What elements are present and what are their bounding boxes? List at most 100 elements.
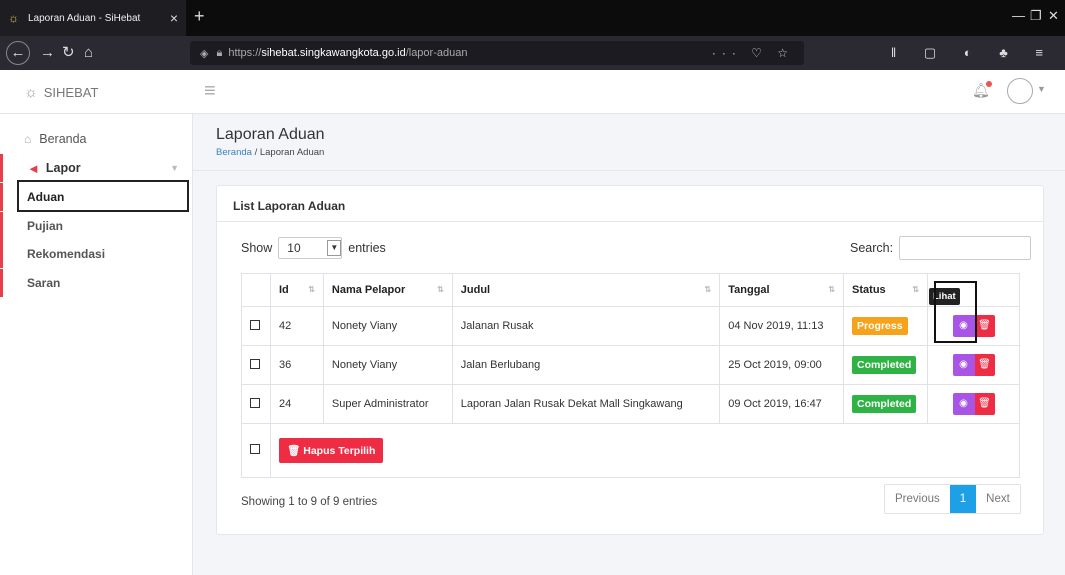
- delete-button[interactable]: 🗑︎: [974, 315, 995, 337]
- view-button[interactable]: ◉: [952, 393, 975, 415]
- entries-value: 10: [287, 241, 301, 255]
- cell-status: Completed: [843, 345, 929, 385]
- header-nama[interactable]: Nama Pelapor ⇅: [322, 273, 453, 307]
- bell-icon[interactable]: 🔔︎: [972, 81, 992, 99]
- table-row: 24 Super Administrator Laporan Jalan Rus…: [241, 384, 1020, 424]
- header-label: Nama Pelapor: [331, 284, 406, 296]
- chevron-down-icon: ▼: [327, 240, 342, 256]
- cell-tanggal: 09 Oct 2019, 16:47: [719, 384, 845, 424]
- header-label: Status: [852, 284, 886, 296]
- home-icon: ⌂: [24, 132, 32, 146]
- browser-toolbar-icons[interactable]: ‖ ▢ ◐ ♣ ≡: [891, 45, 1055, 61]
- cell-id: 24: [269, 384, 324, 424]
- browser-tab-bar: ☼ Laporan Aduan - SiHebat × + — ❐ ✕: [0, 0, 1065, 36]
- back-icon[interactable]: ←: [6, 41, 30, 65]
- user-avatar-icon[interactable]: [1007, 78, 1033, 104]
- notification-dot: [985, 81, 992, 87]
- minimize-icon[interactable]: —: [1012, 8, 1025, 23]
- chevron-down-icon[interactable]: ▼: [1037, 84, 1046, 94]
- cell-nama: Nonety Viany: [322, 306, 453, 346]
- status-badge: Completed: [852, 395, 917, 413]
- highlight-box-aduan: [17, 180, 189, 212]
- restore-icon[interactable]: ❐: [1030, 8, 1042, 24]
- delete-button[interactable]: 🗑︎: [974, 354, 995, 376]
- delete-button[interactable]: 🗑︎: [974, 393, 995, 415]
- pager-page-1[interactable]: 1: [949, 485, 977, 513]
- header-status[interactable]: Status ⇅: [843, 273, 929, 307]
- header-judul[interactable]: Judul ⇅: [451, 273, 721, 307]
- cell-judul: Laporan Jalan Rusak Dekat Mall Singkawan…: [451, 384, 721, 424]
- forward-icon[interactable]: →: [40, 43, 55, 63]
- sidebar-item-rekomendasi[interactable]: Rekomendasi: [0, 240, 193, 268]
- search-control: Search:: [850, 236, 1032, 260]
- cell-actions: ◉ 🗑︎: [927, 384, 1020, 424]
- sort-icon: ⇅: [437, 285, 444, 294]
- page-header: Laporan Aduan Beranda / Laporan Aduan: [216, 126, 325, 158]
- table-header-row: Id ⇅ Nama Pelapor ⇅ Judul ⇅ Tanggal ⇅ Status…: [241, 273, 1020, 307]
- row-checkbox[interactable]: [250, 397, 260, 408]
- reload-icon[interactable]: ↻: [62, 43, 75, 63]
- breadcrumb-separator: /: [254, 147, 258, 158]
- search-label: Search:: [850, 241, 894, 255]
- window-close-icon[interactable]: ✕: [1048, 8, 1059, 24]
- status-badge: Progress: [852, 317, 908, 335]
- cell-id: 36: [269, 345, 324, 385]
- sidebar-item-label: Beranda: [39, 132, 87, 146]
- brand-name: SIHEBAT: [43, 84, 99, 100]
- header-label: Tanggal: [728, 284, 770, 296]
- header-label: Judul: [460, 284, 491, 296]
- sidebar-item-saran[interactable]: Saran: [0, 269, 193, 297]
- cell-status: Progress: [843, 306, 929, 346]
- new-tab-icon[interactable]: +: [194, 6, 205, 26]
- entries-label: entries: [348, 241, 386, 255]
- sidebar-item-pujian[interactable]: Pujian: [0, 212, 193, 240]
- cell-nama: Super Administrator: [322, 384, 453, 424]
- cell-status: Completed: [843, 384, 929, 424]
- sort-icon: ⇅: [308, 285, 315, 294]
- pager-previous[interactable]: Previous: [885, 485, 950, 513]
- row-checkbox[interactable]: [250, 319, 260, 330]
- cell-judul: Jalan Berlubang: [451, 345, 721, 385]
- brand-logo[interactable]: ☼ SIHEBAT: [0, 70, 193, 114]
- cell-nama: Nonety Viany: [322, 345, 453, 385]
- highlight-box-view: [934, 281, 977, 343]
- table-info: Showing 1 to 9 of 9 entries: [241, 496, 378, 508]
- url-prefix: https://: [228, 47, 262, 59]
- entries-select[interactable]: 10 ▼: [278, 237, 343, 259]
- url-bar[interactable]: ◈ 🔒︎ https://sihebat.singkawangkota.go.i…: [190, 41, 804, 65]
- breadcrumb-home[interactable]: Beranda: [216, 147, 252, 158]
- chevron-down-icon: ▼: [170, 163, 179, 173]
- sort-icon: ⇅: [828, 285, 836, 294]
- home-button-icon[interactable]: ⌂: [84, 43, 93, 63]
- search-input[interactable]: [899, 236, 1032, 260]
- table-footer-row: 🗑︎ Hapus Terpilih: [241, 423, 1021, 478]
- view-button[interactable]: ◉: [952, 354, 975, 376]
- sidebar-item-lapor[interactable]: ◄ Lapor ▼: [0, 154, 193, 182]
- browser-tab[interactable]: ☼ Laporan Aduan - SiHebat ×: [0, 0, 186, 36]
- table-row: 36 Nonety Viany Jalan Berlubang 25 Oct 2…: [241, 345, 1020, 385]
- menu-icon[interactable]: ≡: [204, 80, 216, 103]
- breadcrumb-current: Laporan Aduan: [259, 147, 325, 158]
- row-checkbox-cell: [241, 384, 271, 424]
- delete-selected-button[interactable]: 🗑︎ Hapus Terpilih: [278, 438, 384, 463]
- header-select: [241, 273, 271, 307]
- pager-next[interactable]: Next: [976, 485, 1020, 513]
- pagination: Previous 1 Next: [884, 484, 1021, 514]
- sidebar-item-label: Lapor: [45, 161, 81, 175]
- list-card: List Laporan Aduan Show 10 ▼ entries Sea…: [216, 185, 1044, 535]
- show-label: Show: [241, 241, 273, 255]
- header-tanggal[interactable]: Tanggal ⇅: [719, 273, 845, 307]
- header-id[interactable]: Id ⇅: [269, 273, 324, 307]
- lock-icon: 🔒︎: [216, 46, 223, 59]
- entries-control: Show 10 ▼ entries: [241, 237, 386, 259]
- divider: [193, 170, 1065, 171]
- close-icon[interactable]: ×: [170, 10, 178, 26]
- url-actions-icon[interactable]: ··· ♡ ☆: [712, 46, 794, 60]
- lightbulb-icon: ☼: [8, 11, 19, 25]
- url-host: sihebat.singkawangkota.go.id: [261, 47, 406, 59]
- select-all-checkbox[interactable]: [250, 444, 260, 454]
- data-table: Id ⇅ Nama Pelapor ⇅ Judul ⇅ Tanggal ⇅ Status…: [241, 273, 1021, 478]
- table-row: 42 Nonety Viany Jalanan Rusak 04 Nov 201…: [241, 306, 1020, 346]
- row-checkbox[interactable]: [250, 358, 260, 369]
- sidebar-item-beranda[interactable]: ⌂ Beranda: [24, 132, 87, 146]
